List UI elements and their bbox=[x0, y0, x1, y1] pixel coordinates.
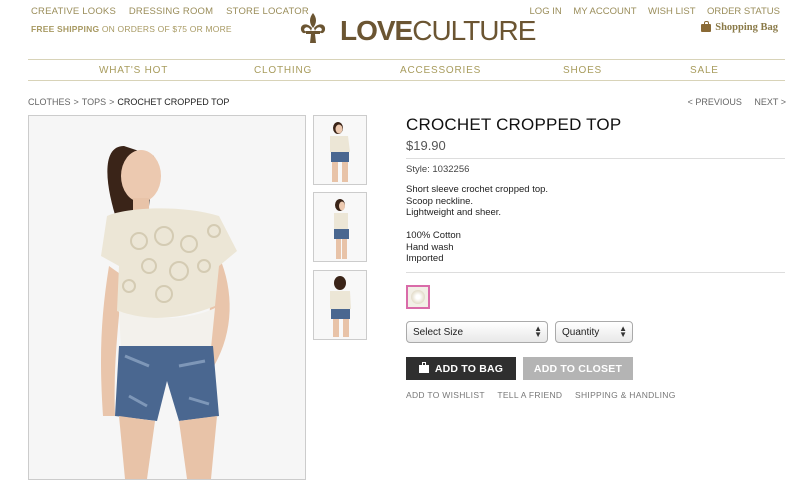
tell-a-friend-link[interactable]: TELL A FRIEND bbox=[497, 390, 562, 400]
top-links-left: CREATIVE LOOKS DRESSING ROOM STORE LOCAT… bbox=[31, 6, 319, 17]
color-swatch[interactable] bbox=[406, 285, 430, 309]
store-locator-link[interactable]: STORE LOCATOR bbox=[226, 6, 309, 17]
nav-whats-hot[interactable]: WHAT'S HOT bbox=[99, 65, 168, 76]
thumbnail-back[interactable] bbox=[313, 270, 367, 340]
breadcrumb-separator: > bbox=[73, 97, 79, 107]
description-line: Lightweight and sheer. bbox=[406, 207, 502, 218]
select-arrows-icon: ▲ ▼ bbox=[534, 324, 542, 339]
free-shipping-banner: FREE SHIPPING ON ORDERS OF $75 OR MORE bbox=[31, 24, 232, 34]
breadcrumb-separator: > bbox=[109, 97, 115, 107]
free-shipping-rest: ON ORDERS OF $75 OR MORE bbox=[101, 24, 232, 34]
product-pager: < PREVIOUS NEXT > bbox=[678, 97, 786, 107]
thumbnail-front[interactable] bbox=[313, 115, 367, 185]
size-select-value: Select Size bbox=[413, 327, 464, 338]
detail-line: Hand wash bbox=[406, 241, 454, 253]
product-title: CROCHET CROPPED TOP bbox=[406, 115, 622, 134]
logo-wordmark: LOVECULTURE bbox=[340, 15, 536, 47]
nav-accessories[interactable]: ACCESSORIES bbox=[400, 65, 481, 76]
order-status-link[interactable]: ORDER STATUS bbox=[707, 6, 780, 17]
breadcrumb-clothes[interactable]: CLOTHES bbox=[28, 97, 71, 107]
nav-shoes[interactable]: SHOES bbox=[563, 65, 602, 76]
nav-clothing[interactable]: CLOTHING bbox=[254, 65, 312, 76]
description-line: Short sleeve crochet cropped top. bbox=[406, 184, 549, 195]
shopping-bag-label: Shopping Bag bbox=[715, 22, 778, 33]
creative-looks-link[interactable]: CREATIVE LOOKS bbox=[31, 6, 116, 17]
shipping-handling-link[interactable]: SHIPPING & HANDLING bbox=[575, 390, 676, 400]
breadcrumb-tops[interactable]: TOPS bbox=[82, 97, 106, 107]
previous-link[interactable]: < PREVIOUS bbox=[688, 97, 742, 107]
brand-logo[interactable]: LOVECULTURE bbox=[298, 11, 536, 47]
product-action-links: ADD TO WISHLIST TELL A FRIEND SHIPPING &… bbox=[406, 390, 686, 400]
description-line: Scoop neckline. bbox=[406, 195, 474, 207]
add-to-wishlist-link[interactable]: ADD TO WISHLIST bbox=[406, 390, 485, 400]
divider bbox=[406, 272, 785, 273]
size-select[interactable]: Select Size ▲ ▼ bbox=[406, 321, 548, 343]
thumbnail-front-image bbox=[330, 122, 350, 182]
product-description: Short sleeve crochet cropped top. Scoop … bbox=[406, 184, 548, 265]
top-links-right: LOG IN MY ACCOUNT WISH LIST ORDER STATUS bbox=[521, 6, 780, 17]
add-to-bag-button[interactable]: ADD TO BAG bbox=[406, 357, 516, 380]
add-to-closet-label: ADD TO CLOSET bbox=[533, 362, 623, 375]
logo-love: LOVE bbox=[340, 15, 413, 46]
wish-list-link[interactable]: WISH LIST bbox=[648, 6, 695, 17]
thumbnail-back-image bbox=[330, 276, 351, 337]
add-to-closet-button[interactable]: ADD TO CLOSET bbox=[523, 357, 633, 380]
login-link[interactable]: LOG IN bbox=[530, 6, 562, 17]
detail-line: Imported bbox=[406, 253, 444, 264]
product-style-number: Style: 1032256 bbox=[406, 164, 470, 175]
select-arrows-icon: ▲ ▼ bbox=[619, 324, 627, 339]
breadcrumb: CLOTHES > TOPS > CROCHET CROPPED TOP bbox=[28, 97, 229, 107]
detail-line: 100% Cotton bbox=[406, 230, 461, 241]
shopping-bag-icon bbox=[701, 20, 712, 32]
nav-sale[interactable]: SALE bbox=[690, 65, 719, 76]
breadcrumb-current: CROCHET CROPPED TOP bbox=[117, 97, 230, 107]
fleur-de-lis-icon bbox=[300, 13, 326, 43]
add-to-bag-label: ADD TO BAG bbox=[434, 362, 504, 375]
free-shipping-bold: FREE SHIPPING bbox=[31, 24, 100, 34]
shopping-bag-link[interactable]: Shopping Bag bbox=[701, 20, 778, 33]
next-link[interactable]: NEXT > bbox=[754, 97, 786, 107]
divider bbox=[406, 158, 785, 159]
main-navigation: WHAT'S HOT CLOTHING ACCESSORIES SHOES SA… bbox=[28, 59, 785, 81]
logo-culture: CULTURE bbox=[412, 15, 536, 46]
product-price: $19.90 bbox=[406, 138, 446, 153]
quantity-select[interactable]: Quantity ▲ ▼ bbox=[555, 321, 633, 343]
shopping-bag-icon bbox=[418, 361, 429, 373]
dressing-room-link[interactable]: DRESSING ROOM bbox=[129, 6, 213, 17]
quantity-select-value: Quantity bbox=[562, 327, 600, 338]
main-product-image[interactable] bbox=[28, 115, 306, 480]
thumbnail-side-image bbox=[334, 199, 349, 259]
my-account-link[interactable]: MY ACCOUNT bbox=[573, 6, 636, 17]
model-photo-illustration bbox=[29, 116, 305, 479]
thumbnail-side[interactable] bbox=[313, 192, 367, 262]
